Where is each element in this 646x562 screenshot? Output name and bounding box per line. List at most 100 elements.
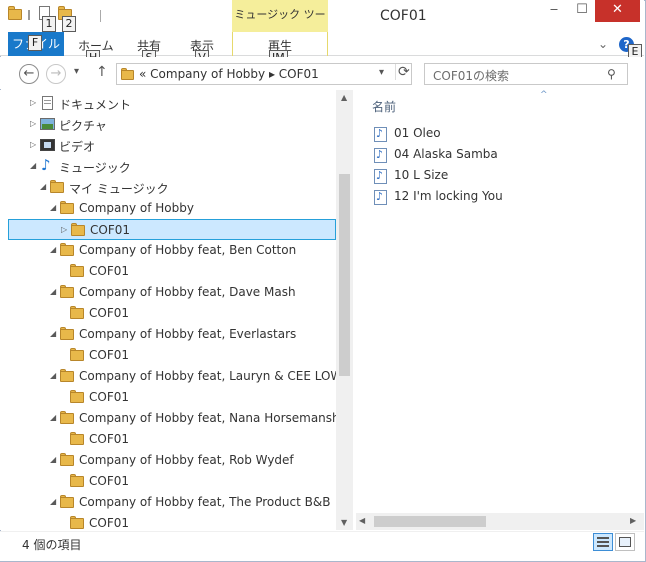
recent-locations-button[interactable]: ▾ bbox=[74, 66, 79, 77]
tree-item[interactable]: ◢ Company of Hobby feat, Rob Wydef bbox=[0, 450, 336, 471]
expanded-arrow-icon[interactable]: ◢ bbox=[50, 329, 58, 339]
tree-item[interactable]: COF01 bbox=[0, 261, 336, 282]
folder-icon bbox=[60, 369, 76, 383]
scroll-up-arrow[interactable]: ▲ bbox=[341, 93, 347, 102]
tree-item-label: ピクチャ bbox=[59, 119, 107, 133]
tree-item[interactable]: COF01 bbox=[0, 429, 336, 450]
scroll-right-arrow[interactable]: ▶ bbox=[630, 516, 636, 525]
tree-item-label: ビデオ bbox=[59, 140, 96, 154]
back-button[interactable]: ← bbox=[19, 64, 39, 84]
folder-icon bbox=[60, 453, 76, 467]
tree-item[interactable]: ▷ ドキュメント bbox=[0, 93, 336, 114]
folder-icon bbox=[60, 327, 76, 341]
pictures-icon bbox=[40, 117, 56, 131]
tree-item[interactable]: ◢ ♪ ミュージック bbox=[0, 156, 336, 177]
collapsed-arrow-icon[interactable]: ▷ bbox=[30, 140, 38, 150]
vertical-scroll-thumb[interactable] bbox=[339, 174, 350, 376]
file-item[interactable]: ♪ 10 L Size bbox=[374, 166, 634, 186]
folder-icon bbox=[60, 285, 76, 299]
tree-item[interactable]: ◢ マイ ミュージック bbox=[0, 177, 336, 198]
chevron-down-icon[interactable]: ⌄ bbox=[598, 37, 608, 51]
expanded-arrow-icon[interactable]: ◢ bbox=[50, 413, 58, 423]
tree-item[interactable]: ▷ ピクチャ bbox=[0, 114, 336, 135]
folder-icon bbox=[70, 306, 86, 320]
folder-icon bbox=[70, 516, 86, 530]
file-keytip: F bbox=[28, 35, 42, 51]
folder-icon bbox=[70, 264, 86, 278]
tree-item-label: COF01 bbox=[89, 390, 129, 404]
address-bar[interactable]: « Company of Hobby ▸ COF01 ▾ ⟳ bbox=[116, 63, 412, 85]
expanded-arrow-icon[interactable]: ◢ bbox=[50, 497, 58, 507]
scroll-down-arrow[interactable]: ▼ bbox=[341, 518, 347, 527]
folder-icon bbox=[60, 411, 76, 425]
expanded-arrow-icon[interactable]: ◢ bbox=[40, 182, 48, 192]
scroll-left-arrow[interactable]: ◀ bbox=[359, 516, 365, 525]
file-name: 12 I'm locking You bbox=[394, 189, 503, 203]
qat-keytip-1: 1 bbox=[42, 16, 56, 32]
file-name: 04 Alaska Samba bbox=[394, 147, 498, 161]
search-icon[interactable]: ⚲ bbox=[607, 67, 616, 81]
collapsed-arrow-icon[interactable]: ▷ bbox=[30, 119, 38, 129]
tree-item[interactable]: ◢ Company of Hobby feat, Nana Horsemanshi bbox=[0, 408, 343, 429]
tree-item[interactable]: ◢ Company of Hobby feat, The Product B&B bbox=[0, 492, 336, 513]
folder-icon bbox=[50, 180, 66, 194]
restore-button[interactable]: ☐ bbox=[568, 0, 596, 22]
tree-item-label: マイ ミュージック bbox=[69, 182, 169, 196]
music-file-icon: ♪ bbox=[374, 148, 387, 163]
large-icons-view-button[interactable] bbox=[615, 533, 635, 551]
tree-item-label: COF01 bbox=[89, 306, 129, 320]
column-header-name[interactable]: 名前 bbox=[372, 98, 396, 115]
expanded-arrow-icon[interactable]: ◢ bbox=[50, 203, 58, 213]
address-dropdown-icon[interactable]: ▾ bbox=[379, 67, 384, 78]
file-item[interactable]: ♪ 04 Alaska Samba bbox=[374, 145, 634, 165]
tree-item[interactable]: ▷ ビデオ bbox=[0, 135, 336, 156]
collapsed-arrow-icon[interactable]: ▷ bbox=[61, 225, 69, 235]
address-path[interactable]: « Company of Hobby ▸ COF01 bbox=[139, 67, 319, 81]
folder-icon bbox=[70, 432, 86, 446]
minimize-button[interactable]: ‒ bbox=[540, 0, 568, 22]
expanded-arrow-icon[interactable]: ◢ bbox=[30, 161, 38, 171]
tree-item[interactable]: ◢ Company of Hobby feat, Everlastars bbox=[0, 324, 336, 345]
folder-icon bbox=[70, 348, 86, 362]
tree-item[interactable]: COF01 bbox=[0, 387, 336, 408]
collapsed-arrow-icon[interactable]: ▷ bbox=[30, 98, 38, 108]
expanded-arrow-icon[interactable]: ◢ bbox=[50, 455, 58, 465]
folder-icon bbox=[71, 223, 87, 237]
tree-item[interactable]: ◢ Company of Hobby feat, Lauryn & CEE LOW bbox=[0, 366, 342, 387]
search-placeholder: COF01の検索 bbox=[433, 69, 509, 83]
tree-item-label: Company of Hobby feat, Nana Horsemanshi bbox=[79, 411, 343, 425]
tree-item[interactable]: ◢ Company of Hobby bbox=[0, 198, 336, 219]
file-item[interactable]: ♪ 01 Oleo bbox=[374, 124, 634, 144]
file-name: 01 Oleo bbox=[394, 126, 441, 140]
tree-item[interactable]: ◢ Company of Hobby feat, Ben Cotton bbox=[0, 240, 336, 261]
status-bar bbox=[0, 531, 644, 561]
close-button[interactable]: ✕ bbox=[595, 0, 640, 22]
expanded-arrow-icon[interactable]: ◢ bbox=[50, 371, 58, 381]
up-button[interactable]: ↑ bbox=[96, 64, 108, 80]
file-item[interactable]: ♪ 12 I'm locking You bbox=[374, 187, 634, 207]
title-bar: 1 2 ミュージック ツール COF01 ‒ ☐ ✕ bbox=[0, 0, 644, 51]
tree-item[interactable]: COF01 bbox=[0, 303, 336, 324]
details-view-button[interactable] bbox=[593, 533, 613, 551]
refresh-button[interactable]: ⟳ bbox=[395, 64, 410, 80]
tree-item[interactable]: COF01 bbox=[0, 471, 336, 492]
folder-icon bbox=[60, 495, 76, 509]
search-box[interactable]: COF01の検索 ⚲ bbox=[424, 63, 628, 85]
tree-item[interactable]: ▷ COF01 bbox=[8, 219, 336, 240]
tree-item-label: Company of Hobby feat, Everlastars bbox=[79, 327, 297, 341]
horizontal-scroll-thumb[interactable] bbox=[374, 516, 486, 527]
tree-item-label: COF01 bbox=[90, 223, 130, 237]
music-file-icon: ♪ bbox=[374, 127, 387, 142]
expanded-arrow-icon[interactable]: ◢ bbox=[50, 287, 58, 297]
tree-item-label: Company of Hobby feat, Rob Wydef bbox=[79, 453, 294, 467]
tree-item-label: COF01 bbox=[89, 516, 129, 530]
expanded-arrow-icon[interactable]: ◢ bbox=[50, 245, 58, 255]
item-count: 4 個の項目 bbox=[22, 538, 82, 552]
forward-button[interactable]: → bbox=[46, 64, 66, 84]
qat-keytip-2: 2 bbox=[62, 16, 76, 32]
folder-icon[interactable] bbox=[8, 6, 24, 20]
tree-item-label: COF01 bbox=[89, 264, 129, 278]
folder-icon bbox=[121, 68, 135, 80]
tree-item[interactable]: COF01 bbox=[0, 345, 336, 366]
tree-item[interactable]: ◢ Company of Hobby feat, Dave Mash bbox=[0, 282, 336, 303]
